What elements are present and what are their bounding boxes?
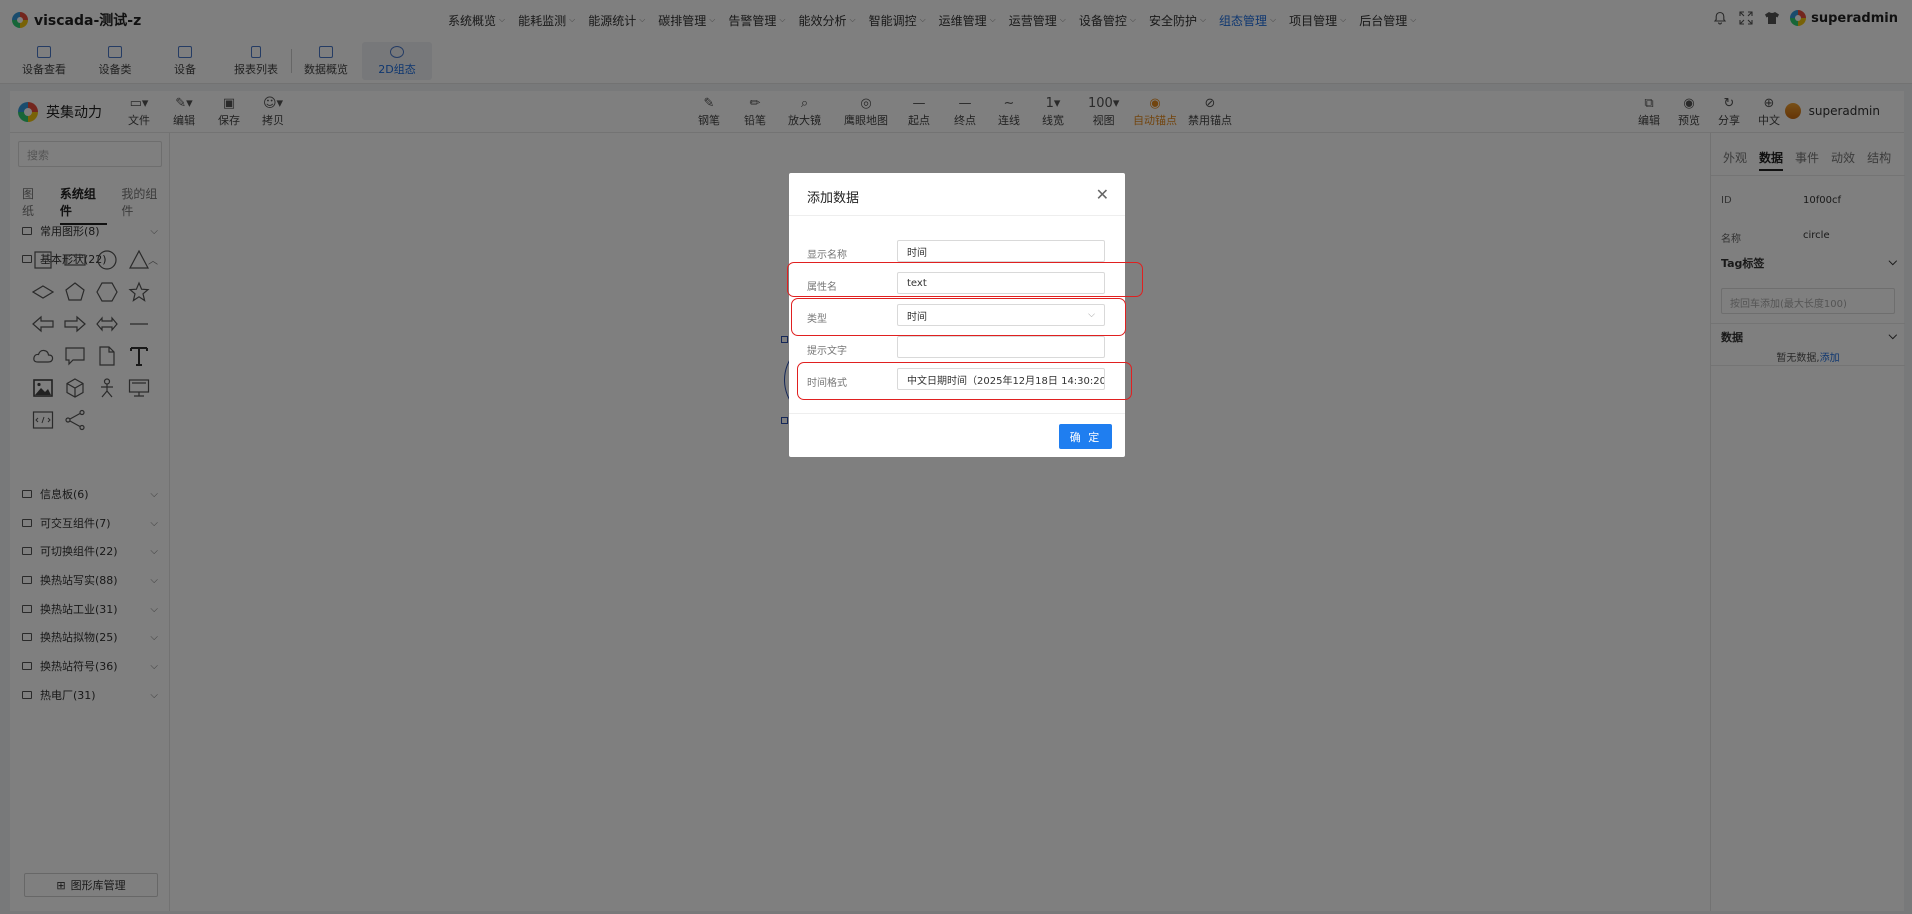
- display-name-label: 显示名称: [807, 250, 847, 261]
- highlight-attr-name: [787, 262, 1143, 297]
- highlight-time-format: [797, 362, 1132, 400]
- modal-overlay[interactable]: [0, 0, 1912, 914]
- display-name-input[interactable]: 时间: [897, 240, 1105, 262]
- dialog-title: 添加数据: [807, 191, 860, 206]
- close-icon[interactable]: ✕: [1096, 185, 1109, 204]
- highlight-type: [791, 298, 1126, 336]
- dialog-divider: [789, 413, 1125, 414]
- confirm-button[interactable]: 确 定: [1059, 424, 1112, 449]
- hint-text-label: 提示文字: [807, 346, 847, 357]
- dialog-divider: [789, 215, 1125, 216]
- hint-text-input[interactable]: [897, 336, 1105, 358]
